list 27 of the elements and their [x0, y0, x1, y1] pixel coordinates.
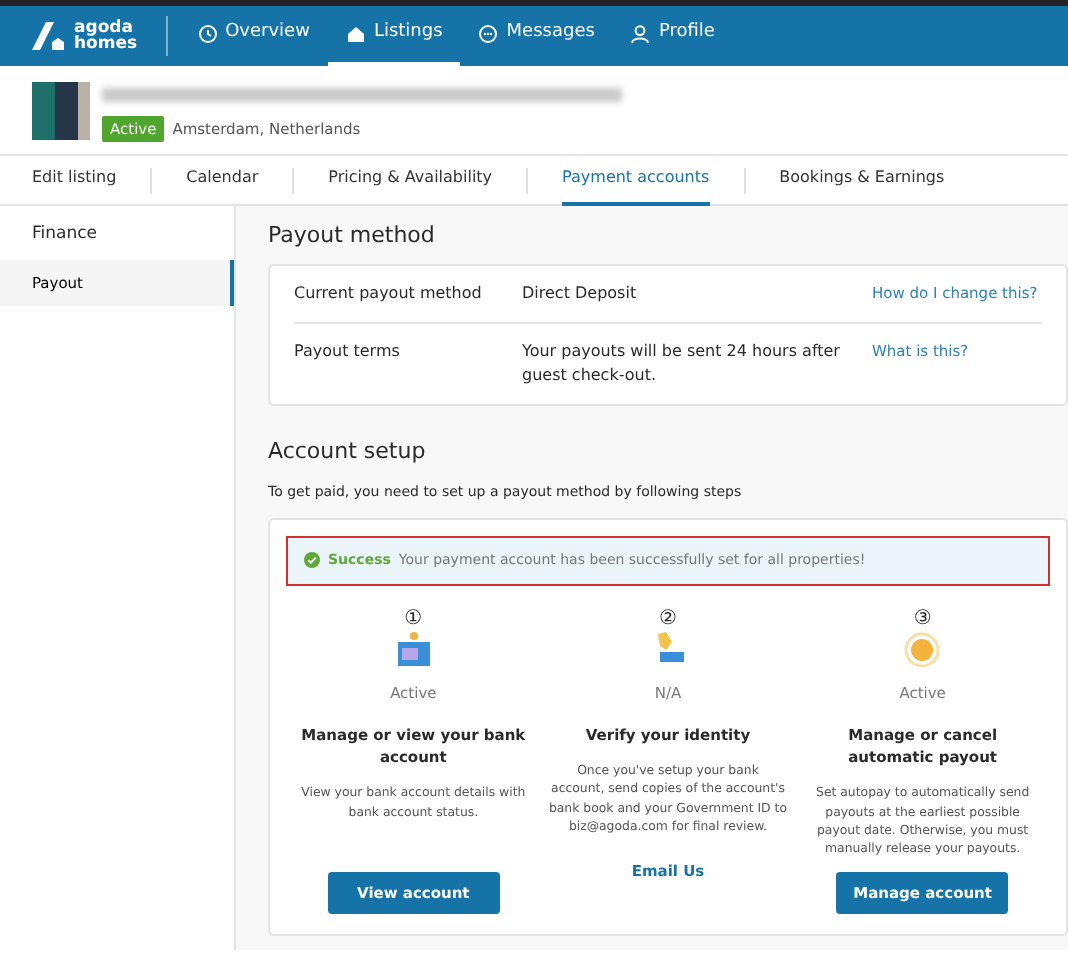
logo-text: agoda homes	[74, 20, 138, 52]
step-number: ③	[913, 609, 932, 630]
field-label: Current payout method	[294, 282, 484, 307]
tab[interactable]: Edit listing	[32, 155, 117, 206]
nav-item[interactable]: Profile	[612, 6, 733, 66]
step-number: ①	[404, 609, 423, 630]
nav-item[interactable]: Listings	[327, 6, 461, 66]
logo-icon	[32, 22, 64, 50]
tab[interactable]: Pricing & Availability	[328, 155, 493, 206]
step-number: ②	[659, 609, 677, 630]
tab[interactable]: Bookings & Earnings	[779, 155, 945, 206]
field-label: Payout terms	[294, 340, 402, 365]
section-title: Account setup	[268, 438, 428, 466]
photo-placeholder	[32, 82, 90, 140]
field-value: Direct Deposit	[522, 284, 637, 303]
field-value: Your payouts will be sent 24 hours after guest check-out.	[522, 342, 840, 385]
chat-icon	[478, 24, 499, 44]
clock-icon	[197, 24, 218, 44]
check-circle-icon	[304, 552, 320, 569]
nav-item[interactable]: Messages	[460, 6, 613, 66]
section-title: Payout method	[268, 222, 437, 249]
nav-item[interactable]: Overview	[179, 6, 328, 66]
tab[interactable]: Calendar	[186, 155, 259, 206]
home-icon	[345, 24, 366, 44]
coin-icon	[900, 629, 945, 670]
user-icon	[630, 24, 651, 44]
sidebar-heading: Finance	[30, 222, 100, 249]
